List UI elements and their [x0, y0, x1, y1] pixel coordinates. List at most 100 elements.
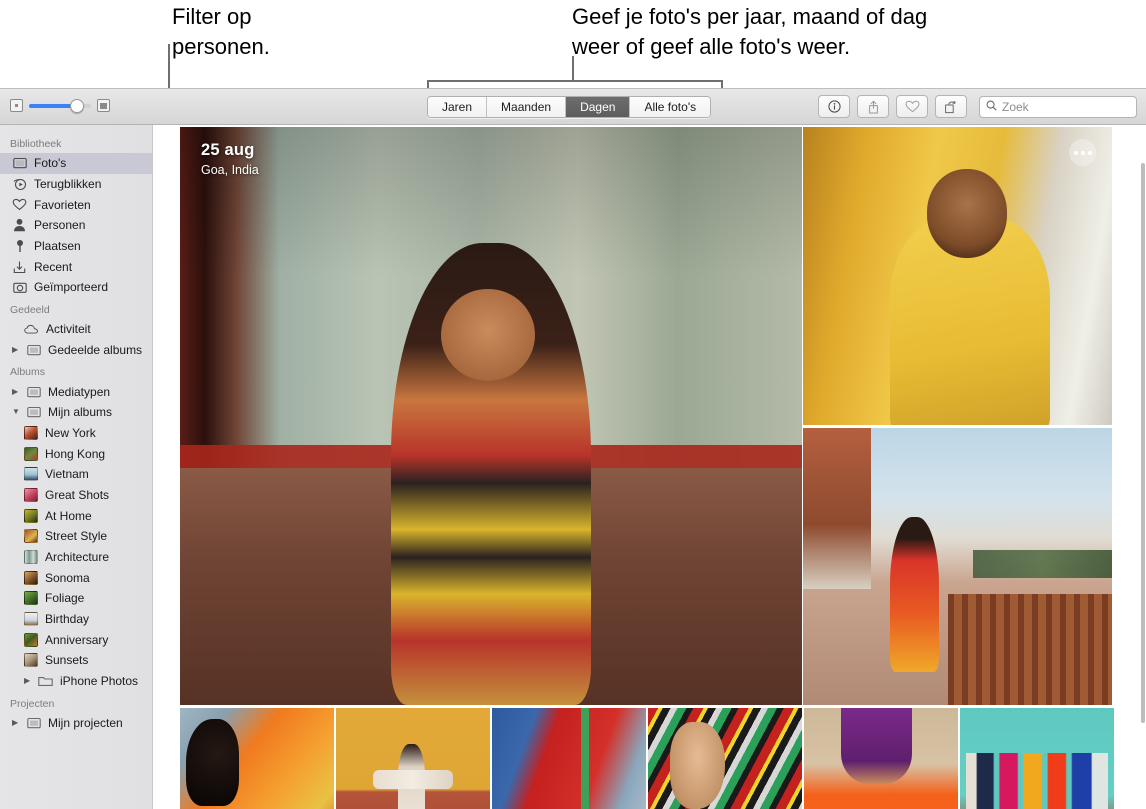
- sidebar-item-anniversary[interactable]: Anniversary: [0, 629, 152, 650]
- sidebar-item-mediatypen[interactable]: ▶ Mediatypen: [0, 381, 152, 402]
- sidebar-item-gedeelde-albums[interactable]: ▶ Gedeelde albums: [0, 340, 152, 361]
- sidebar-item-birthday[interactable]: Birthday: [0, 609, 152, 630]
- photo-tile-woman-spinning[interactable]: [336, 708, 490, 809]
- zoom-slider-knob[interactable]: [70, 98, 84, 113]
- sidebar-label: New York: [45, 425, 96, 440]
- leader-line-right-bracket: [427, 80, 723, 82]
- sidebar-header-gedeeld: Gedeeld: [10, 303, 50, 316]
- sidebar-label: Mijn albums: [48, 405, 113, 420]
- album-icon: [26, 715, 41, 730]
- folder-icon: [38, 674, 53, 689]
- chevron-down-icon[interactable]: ▼: [12, 408, 21, 416]
- photo-tile-red-sari-blue-wall[interactable]: [492, 708, 646, 809]
- tab-alle-fotos[interactable]: Alle foto's: [630, 97, 711, 117]
- photo-tile-man-yellow[interactable]: [803, 127, 1112, 425]
- chevron-right-icon[interactable]: ▶: [24, 677, 33, 685]
- photo-tile-hero[interactable]: 25 aug Goa, India: [180, 127, 802, 705]
- sidebar-label: Personen: [34, 218, 86, 233]
- dot: [1087, 150, 1092, 155]
- sidebar-item-favorieten[interactable]: Favorieten: [0, 194, 152, 215]
- sidebar-item-sunsets[interactable]: Sunsets: [0, 650, 152, 671]
- photo-tile-monument-walk[interactable]: [803, 428, 1112, 705]
- chevron-right-icon[interactable]: ▶: [12, 718, 21, 727]
- favorite-button[interactable]: [896, 95, 928, 118]
- sidebar-header-albums: Albums: [10, 366, 46, 379]
- photo-detail-figure: [889, 516, 939, 672]
- sidebar-item-street-style[interactable]: Street Style: [0, 526, 152, 547]
- rotate-button[interactable]: [935, 95, 967, 118]
- album-thumbnail: [24, 425, 38, 440]
- share-button[interactable]: [857, 95, 889, 118]
- tab-maanden[interactable]: Maanden: [487, 97, 567, 117]
- view-mode-segmented-control[interactable]: Jaren Maanden Dagen Alle foto's: [427, 96, 712, 118]
- sidebar-item-geimporteerd[interactable]: Geïmporteerd: [0, 277, 152, 298]
- sidebar-item-terugblikken[interactable]: Terugblikken: [0, 174, 152, 195]
- photos-app-window: Jaren Maanden Dagen Alle foto's Zoek Bib…: [0, 88, 1146, 809]
- photo-tile-striped-fabric-hand[interactable]: [648, 708, 802, 809]
- search-icon: [986, 98, 997, 116]
- sidebar-item-architecture[interactable]: Architecture: [0, 547, 152, 568]
- toolbar-actions: Zoek: [818, 95, 1137, 118]
- sidebar-item-sonoma[interactable]: Sonoma: [0, 567, 152, 588]
- sidebar-item-plaatsen[interactable]: Plaatsen: [0, 236, 152, 257]
- rotate-icon: [944, 100, 958, 114]
- sidebar-label: Birthday: [45, 612, 90, 627]
- sidebar-label: Hong Kong: [45, 446, 106, 461]
- sidebar-item-recent[interactable]: Recent: [0, 256, 152, 277]
- chevron-right-icon[interactable]: ▶: [12, 345, 21, 354]
- sidebar-item-iphone-photos[interactable]: ▶ iPhone Photos: [0, 671, 152, 692]
- callout-text-right: Geef je foto's per jaar, maand of dag we…: [572, 4, 928, 59]
- search-placeholder: Zoek: [1002, 99, 1029, 114]
- sidebar-item-great-shots[interactable]: Great Shots: [0, 485, 152, 506]
- search-field[interactable]: Zoek: [979, 95, 1137, 118]
- tab-dagen[interactable]: Dagen: [566, 97, 631, 117]
- sidebar-item-at-home[interactable]: At Home: [0, 505, 152, 526]
- photo-grid[interactable]: 25 aug Goa, India: [154, 125, 1146, 809]
- album-icon: [26, 405, 41, 420]
- sidebar-label: Sunsets: [45, 653, 89, 668]
- sidebar-item-mijn-albums[interactable]: ▼ Mijn albums: [0, 402, 152, 423]
- library-sidebar[interactable]: Bibliotheek Foto's Terugblikken Favoriet…: [0, 125, 153, 809]
- sidebar-label: Great Shots: [45, 487, 110, 502]
- sidebar-header-projecten: Projecten: [10, 697, 55, 710]
- photo-detail-hair: [186, 719, 239, 806]
- heart-icon: [904, 100, 920, 113]
- small-thumbnail-icon[interactable]: [10, 99, 23, 112]
- sidebar-item-vietnam[interactable]: Vietnam: [0, 464, 152, 485]
- more-options-button[interactable]: [1069, 139, 1096, 166]
- large-thumbnail-icon[interactable]: [97, 99, 110, 112]
- sidebar-label: Sonoma: [45, 570, 90, 585]
- sidebar-item-fotos[interactable]: Foto's: [0, 153, 152, 174]
- sidebar-label: Architecture: [45, 550, 110, 565]
- tab-jaren[interactable]: Jaren: [428, 97, 488, 117]
- vertical-scrollbar[interactable]: [1141, 163, 1145, 723]
- photo-detail-treeline: [972, 549, 1112, 578]
- share-icon: [867, 100, 880, 114]
- chevron-right-icon[interactable]: ▶: [12, 387, 21, 396]
- sidebar-label: Street Style: [45, 529, 108, 544]
- photo-tile-laundry-line[interactable]: [960, 708, 1114, 809]
- photo-tile-orange-sari[interactable]: [180, 708, 334, 809]
- album-thumbnail: [24, 529, 38, 544]
- album-thumbnail: [24, 612, 38, 627]
- album-icon: [26, 342, 41, 357]
- photo-detail-building: [803, 428, 871, 589]
- sidebar-item-personen[interactable]: Personen: [0, 215, 152, 236]
- thumbnail-zoom-control[interactable]: [10, 98, 110, 113]
- info-button[interactable]: [818, 95, 850, 118]
- photo-detail-hand: [669, 722, 725, 809]
- sidebar-item-foliage[interactable]: Foliage: [0, 588, 152, 609]
- album-thumbnail: [24, 570, 38, 585]
- photo-image: [492, 708, 646, 809]
- sidebar-label: Foto's: [34, 156, 67, 171]
- sidebar-label: Recent: [34, 259, 73, 274]
- album-thumbnail: [24, 653, 38, 668]
- sidebar-item-activiteit[interactable]: Activiteit: [0, 319, 152, 340]
- sidebar-item-hong-kong[interactable]: Hong Kong: [0, 443, 152, 464]
- zoom-slider[interactable]: [29, 98, 91, 113]
- photo-tile-feet-orange-powder[interactable]: [804, 708, 958, 809]
- sidebar-label: Anniversary: [45, 632, 109, 647]
- sidebar-item-mijn-projecten[interactable]: ▶ Mijn projecten: [0, 713, 152, 734]
- sidebar-item-new-york[interactable]: New York: [0, 423, 152, 444]
- album-thumbnail: [24, 591, 38, 606]
